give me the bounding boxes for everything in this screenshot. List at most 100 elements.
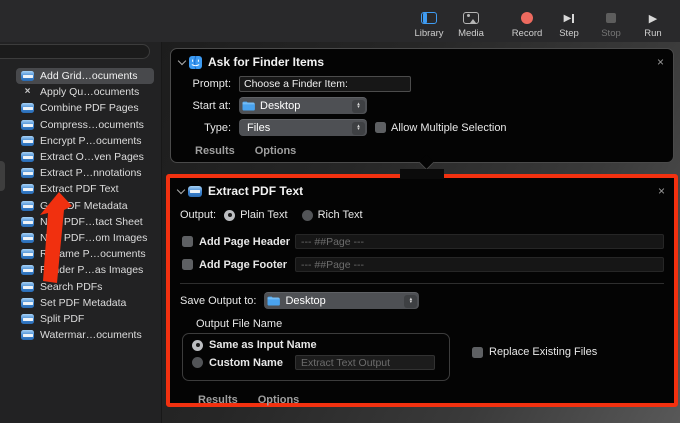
library-search-input[interactable] <box>0 44 150 59</box>
sidebar-item-render-p-as-images[interactable]: Render P…as Images <box>16 262 154 278</box>
stepper-icon: ▴▾ <box>352 122 365 135</box>
add-page-header-label: Add Page Header <box>199 236 295 248</box>
toolbar-button-run[interactable]: Run <box>632 11 674 39</box>
toolbar-button-stop: Stop <box>590 11 632 39</box>
toolbar-button-label: Media <box>458 28 484 39</box>
stepper-icon: ▴▾ <box>352 100 365 113</box>
action-title: Ask for Finder Items <box>208 55 324 69</box>
toolbar-button-step[interactable]: Step <box>548 11 590 39</box>
sidebar-item-label: New PDF…om Images <box>40 232 147 244</box>
run-icon <box>649 9 657 27</box>
panel-edge-handle[interactable] <box>0 161 5 191</box>
pdf-action-icon <box>21 298 34 308</box>
action-header: Extract PDF Text × <box>170 178 674 200</box>
pdf-action-icon <box>21 217 34 227</box>
sidebar-item-split-pdf[interactable]: Split PDF <box>16 311 154 327</box>
page-footer-input[interactable] <box>295 257 664 272</box>
sidebar-item-add-grid-ocuments[interactable]: Add Grid…ocuments <box>16 68 154 84</box>
connector-notch <box>419 155 435 171</box>
sidebar-item-compress-ocuments[interactable]: Compress…ocuments <box>16 117 154 133</box>
rich-text-radio[interactable] <box>302 210 313 221</box>
action-title: Extract PDF Text <box>208 184 303 198</box>
sidebar-item-extract-p-nnotations[interactable]: Extract P…nnotations <box>16 165 154 181</box>
allow-multiple-label: Allow Multiple Selection <box>391 122 507 134</box>
pdf-action-icon <box>21 233 34 243</box>
toolbar-button-label: Run <box>644 28 661 39</box>
automator-window: { "toolbar": { "items": [ { "label": "Li… <box>0 0 680 423</box>
actions-sidebar: Add Grid…ocuments Apply Qu…ocumentsCombin… <box>0 42 162 423</box>
toolbar-button-label: Stop <box>601 28 621 39</box>
toolbar-button-label: Record <box>512 28 543 39</box>
sidebar-item-rename-p-ocuments[interactable]: Rename P…ocuments <box>16 246 154 262</box>
sidebar-item-search-pdfs[interactable]: Search PDFs <box>16 278 154 294</box>
pdf-action-icon <box>21 314 34 324</box>
close-icon[interactable]: × <box>658 185 665 197</box>
save-output-label: Save Output to: <box>180 295 256 307</box>
plain-text-radio[interactable] <box>224 210 235 221</box>
sidebar-item-new-pdf-tact-sheet[interactable]: New PDF…tact Sheet <box>16 214 154 230</box>
action-header: Ask for Finder Items × <box>171 49 673 71</box>
finder-icon <box>189 56 202 69</box>
sidebar-item-label: Get PDF Metadata <box>40 200 128 212</box>
disclosure-chevron-icon[interactable] <box>177 185 185 193</box>
sidebar-item-combine-pdf-pages[interactable]: Combine PDF Pages <box>16 100 154 116</box>
type-popup[interactable]: Files ▴▾ <box>239 119 367 136</box>
sidebar-item-label: Encrypt P…ocuments <box>40 135 142 147</box>
output-file-name-group: Same as Input Name Custom Name <box>182 333 450 381</box>
sidebar-item-label: Extract P…nnotations <box>40 167 142 179</box>
sidebar-item-extract-pdf-text[interactable]: Extract PDF Text <box>16 181 154 197</box>
pdf-action-icon <box>21 103 34 113</box>
pdf-action-icon <box>21 265 34 275</box>
custom-name-input[interactable] <box>295 355 435 370</box>
output-file-name-label: Output File Name <box>196 318 674 330</box>
folder-icon <box>267 296 280 306</box>
toolbar-button-media[interactable]: Media <box>450 11 492 39</box>
sidebar-item-label: Set PDF Metadata <box>40 297 126 309</box>
sidebar-item-watermar-ocuments[interactable]: Watermar…ocuments <box>16 327 154 343</box>
output-label: Output: <box>180 209 216 221</box>
replace-existing-checkbox[interactable] <box>472 347 483 358</box>
popup-value: Files <box>247 122 352 134</box>
sidebar-item-get-pdf-metadata[interactable]: Get PDF Metadata <box>16 198 154 214</box>
sidebar-item-label: Add Grid…ocuments <box>40 70 137 82</box>
same-as-input-radio[interactable] <box>192 340 203 351</box>
results-button[interactable]: Results <box>198 394 238 406</box>
pdf-action-icon <box>21 136 34 146</box>
sidebar-item-set-pdf-metadata[interactable]: Set PDF Metadata <box>16 295 154 311</box>
same-as-input-label: Same as Input Name <box>209 339 317 351</box>
sidebar-item-encrypt-p-ocuments[interactable]: Encrypt P…ocuments <box>16 133 154 149</box>
toolbar-button-record[interactable]: Record <box>506 11 548 39</box>
sidebar-item-new-pdf-om-images[interactable]: New PDF…om Images <box>16 230 154 246</box>
toolbar-button-label: Library <box>414 28 443 39</box>
sidebar-item-label: Rename P…ocuments <box>40 248 146 260</box>
disclosure-chevron-icon[interactable] <box>178 56 186 64</box>
rich-text-label: Rich Text <box>318 209 363 221</box>
add-page-footer-label: Add Page Footer <box>199 259 295 271</box>
toolbar-button-library[interactable]: Library <box>408 11 450 39</box>
add-page-header-checkbox[interactable] <box>182 236 193 247</box>
popup-value: Desktop <box>285 295 404 307</box>
sidebar-item-apply-qu-ocuments[interactable]: Apply Qu…ocuments <box>16 84 154 100</box>
save-output-popup[interactable]: Desktop ▴▾ <box>264 292 419 309</box>
results-button[interactable]: Results <box>195 145 235 157</box>
options-button[interactable]: Options <box>255 145 297 157</box>
start-at-popup[interactable]: Desktop ▴▾ <box>239 97 367 114</box>
custom-name-label: Custom Name <box>209 357 283 369</box>
page-header-input[interactable] <box>295 234 664 249</box>
pdf-action-icon <box>21 184 34 194</box>
pdf-action-icon <box>21 249 34 259</box>
options-button[interactable]: Options <box>258 394 300 406</box>
allow-multiple-checkbox[interactable] <box>375 122 386 133</box>
library-icon <box>421 12 437 24</box>
sidebar-item-extract-o-ven-pages[interactable]: Extract O…ven Pages <box>16 149 154 165</box>
add-page-footer-checkbox[interactable] <box>182 259 193 270</box>
folder-icon <box>242 101 255 111</box>
type-label: Type: <box>185 122 231 134</box>
prompt-input[interactable] <box>239 76 411 92</box>
toolbar-button-label: Step <box>559 28 579 39</box>
custom-name-radio[interactable] <box>192 357 203 368</box>
sidebar-item-label: Extract PDF Text <box>40 183 119 195</box>
close-icon[interactable]: × <box>657 56 664 68</box>
stop-icon <box>606 13 616 23</box>
popup-value: Desktop <box>260 100 352 112</box>
